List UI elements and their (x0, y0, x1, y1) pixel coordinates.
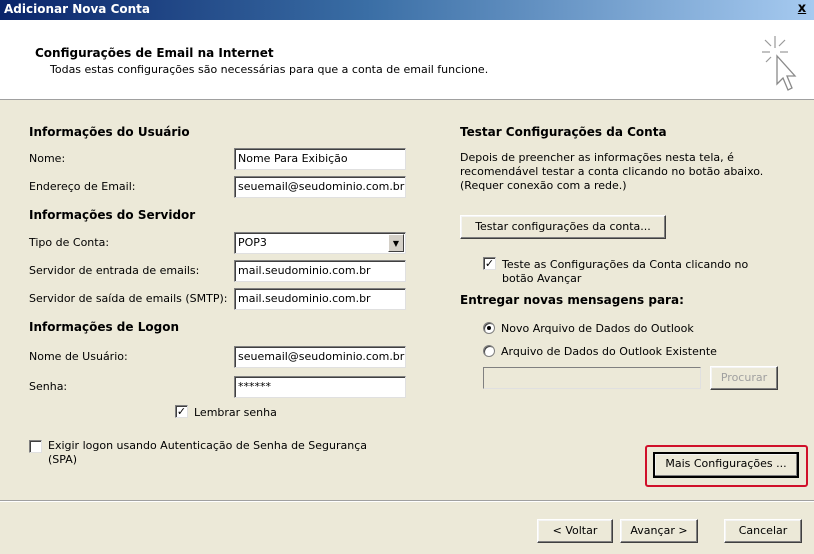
server-info-heading: Informações do Servidor (29, 208, 196, 222)
username-field[interactable]: seuemail@seudominio.com.br (234, 346, 406, 368)
page-subtitle: Todas estas configurações são necessária… (50, 63, 489, 76)
browse-button[interactable]: Procurar (710, 366, 778, 390)
test-description-line2: recomendável testar a conta clicando no … (460, 165, 764, 178)
user-info-heading: Informações do Usuário (29, 125, 190, 139)
outgoing-server-label: Servidor de saída de emails (SMTP): (29, 292, 228, 305)
test-account-button[interactable]: Testar configurações da conta... (460, 215, 666, 239)
test-description-line1: Depois de preencher as informações nesta… (460, 151, 734, 164)
more-settings-button[interactable]: Mais Configurações ... (653, 452, 799, 478)
email-field[interactable]: seuemail@seudominio.com.br (234, 176, 406, 198)
window-title: Adicionar Nova Conta (4, 2, 151, 16)
existing-data-file-radio[interactable] (483, 345, 495, 357)
email-label: Endereço de Email: (29, 180, 136, 193)
title-bar: Adicionar Nova Conta x (0, 0, 814, 20)
username-label: Nome de Usuário: (29, 350, 128, 363)
account-type-label: Tipo de Conta: (29, 236, 110, 249)
new-data-file-radio[interactable] (483, 322, 495, 334)
deliver-heading: Entregar novas mensagens para: (460, 293, 684, 307)
auto-test-label-line1: Teste as Configurações da Conta clicando… (502, 258, 749, 271)
close-icon[interactable]: x (794, 2, 810, 17)
next-button[interactable]: Avançar > (620, 519, 698, 543)
logon-info-heading: Informações de Logon (29, 320, 179, 334)
existing-data-file-label: Arquivo de Dados do Outlook Existente (501, 345, 717, 358)
cancel-button[interactable]: Cancelar (724, 519, 802, 543)
incoming-server-label: Servidor de entrada de emails: (29, 264, 200, 277)
incoming-server-field[interactable]: mail.seudominio.com.br (234, 260, 406, 282)
name-label: Nome: (29, 152, 66, 165)
add-account-dialog: Adicionar Nova Conta x Configurações de … (0, 0, 814, 554)
name-field[interactable]: Nome Para Exibição (234, 148, 406, 170)
chevron-down-icon[interactable]: ▼ (388, 234, 404, 252)
password-label: Senha: (29, 380, 68, 393)
account-type-value: POP3 (238, 236, 267, 249)
back-button[interactable]: < Voltar (537, 519, 613, 543)
page-title: Configurações de Email na Internet (35, 46, 274, 60)
remember-password-checkbox[interactable]: ✓ (175, 405, 188, 418)
spa-label-line1: Exigir logon usando Autenticação de Senh… (48, 439, 368, 452)
outgoing-server-field[interactable]: mail.seudominio.com.br (234, 288, 406, 310)
data-file-path-field[interactable] (483, 367, 701, 389)
password-field[interactable]: ****** (234, 376, 406, 398)
auto-test-checkbox[interactable]: ✓ (483, 257, 496, 270)
remember-password-label: Lembrar senha (194, 406, 277, 419)
test-settings-heading: Testar Configurações da Conta (460, 125, 667, 139)
new-data-file-label: Novo Arquivo de Dados do Outlook (501, 322, 694, 335)
cursor-sparkle-icon (762, 36, 797, 91)
account-type-select[interactable]: POP3 ▼ (234, 232, 406, 254)
test-description-line3: (Requer conexão com a rede.) (460, 179, 627, 192)
wizard-header: Configurações de Email na Internet Todas… (0, 20, 814, 100)
auto-test-label-line2: botão Avançar (502, 272, 582, 285)
spa-label-line2: (SPA) (48, 453, 78, 466)
spa-checkbox[interactable] (29, 440, 42, 453)
footer-divider (0, 500, 814, 502)
